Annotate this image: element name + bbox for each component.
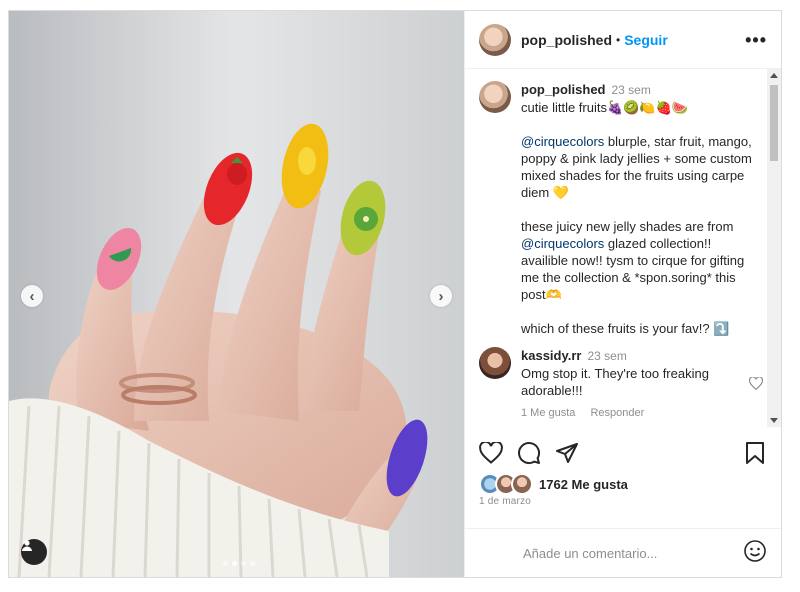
comment-meta: kassidy.rr 23 sem bbox=[521, 347, 731, 365]
post-modal: ‹ › pop_polished • Seguir ••• pop_polish… bbox=[8, 10, 782, 578]
comments-scrollbar[interactable] bbox=[767, 69, 781, 427]
caption-line1: cutie little fruits🍇🥝🍋🍓🍉 bbox=[521, 100, 688, 115]
commenter-avatar[interactable] bbox=[479, 347, 511, 379]
reply-button[interactable]: Responder bbox=[590, 407, 644, 419]
comment-icon[interactable] bbox=[517, 441, 541, 465]
separator-dot: • bbox=[616, 32, 621, 47]
like-icon[interactable] bbox=[479, 441, 503, 465]
post-side-panel: pop_polished • Seguir ••• pop_polished 23… bbox=[464, 11, 781, 577]
caption-meta: pop_polished 23 sem bbox=[521, 81, 755, 99]
caption-author-avatar[interactable] bbox=[479, 81, 511, 113]
comment-text: Omg stop it. They're too freaking adorab… bbox=[521, 366, 713, 398]
tagged-users-button[interactable] bbox=[21, 539, 47, 565]
commenter-username[interactable]: kassidy.rr bbox=[521, 348, 581, 363]
add-comment-bar: Añade un comentario... bbox=[465, 528, 781, 577]
mention-link[interactable]: @cirquecolors bbox=[521, 236, 604, 251]
comment-time[interactable]: 23 sem bbox=[587, 349, 626, 363]
caption-para2-intro: these juicy new jelly shades are from bbox=[521, 219, 738, 234]
scroll-thumb[interactable] bbox=[770, 85, 778, 161]
comments-list[interactable]: pop_polished 23 sem cutie little fruits🍇🥝… bbox=[465, 69, 781, 427]
more-options-icon[interactable]: ••• bbox=[745, 31, 767, 49]
share-icon[interactable] bbox=[555, 441, 579, 465]
carousel-dot bbox=[241, 561, 246, 566]
caption-username[interactable]: pop_polished bbox=[521, 82, 606, 97]
carousel-dot bbox=[250, 561, 255, 566]
comment-item: kassidy.rr 23 sem Omg stop it. They're to… bbox=[479, 347, 765, 422]
post-date[interactable]: 1 de marzo bbox=[479, 496, 531, 507]
post-actions bbox=[479, 439, 767, 467]
post-header: pop_polished • Seguir ••• bbox=[465, 11, 781, 69]
comment-body: kassidy.rr 23 sem Omg stop it. They're to… bbox=[521, 347, 731, 422]
previous-image-button[interactable]: ‹ bbox=[21, 285, 43, 307]
caption-body: pop_polished 23 sem cutie little fruits🍇🥝… bbox=[521, 81, 755, 337]
comment-likes[interactable]: 1 Me gusta bbox=[521, 407, 575, 419]
caption-para3: which of these fruits is your fav!? ⤵️ bbox=[521, 321, 730, 336]
likes-count[interactable]: 1762 Me gusta bbox=[539, 477, 628, 492]
next-image-button[interactable]: › bbox=[430, 285, 452, 307]
comment-actions: 1 Me gusta Responder bbox=[521, 405, 731, 422]
liker-avatar bbox=[511, 473, 533, 495]
chevron-left-icon: ‹ bbox=[29, 287, 35, 305]
scroll-up-icon[interactable] bbox=[770, 73, 778, 78]
caption-para2: these juicy new jelly shades are from @c… bbox=[521, 218, 755, 303]
caption-comment: pop_polished 23 sem cutie little fruits🍇🥝… bbox=[479, 81, 765, 337]
bookmark-icon[interactable] bbox=[743, 441, 767, 465]
caption-time[interactable]: 23 sem bbox=[612, 83, 651, 97]
person-icon bbox=[22, 540, 32, 551]
carousel-dot bbox=[223, 561, 228, 566]
nail-art-image bbox=[9, 11, 464, 577]
carousel-dot-active bbox=[232, 561, 237, 566]
liker-avatars bbox=[479, 473, 533, 495]
carousel-dots bbox=[223, 561, 255, 566]
post-photo[interactable]: ‹ › bbox=[9, 11, 464, 577]
follow-button[interactable]: Seguir bbox=[624, 32, 668, 48]
emoji-icon[interactable] bbox=[743, 539, 767, 568]
author-avatar[interactable] bbox=[479, 23, 511, 56]
comment-input[interactable]: Añade un comentario... bbox=[523, 546, 657, 561]
author-username[interactable]: pop_polished bbox=[521, 32, 612, 48]
like-comment-icon[interactable] bbox=[748, 376, 764, 393]
scroll-down-icon[interactable] bbox=[770, 418, 778, 423]
mention-link[interactable]: @cirquecolors bbox=[521, 134, 604, 149]
caption-para1: @cirquecolors blurple, star fruit, mango… bbox=[521, 133, 755, 201]
likes-row: 1762 Me gusta bbox=[479, 473, 628, 495]
chevron-right-icon: › bbox=[438, 287, 444, 305]
